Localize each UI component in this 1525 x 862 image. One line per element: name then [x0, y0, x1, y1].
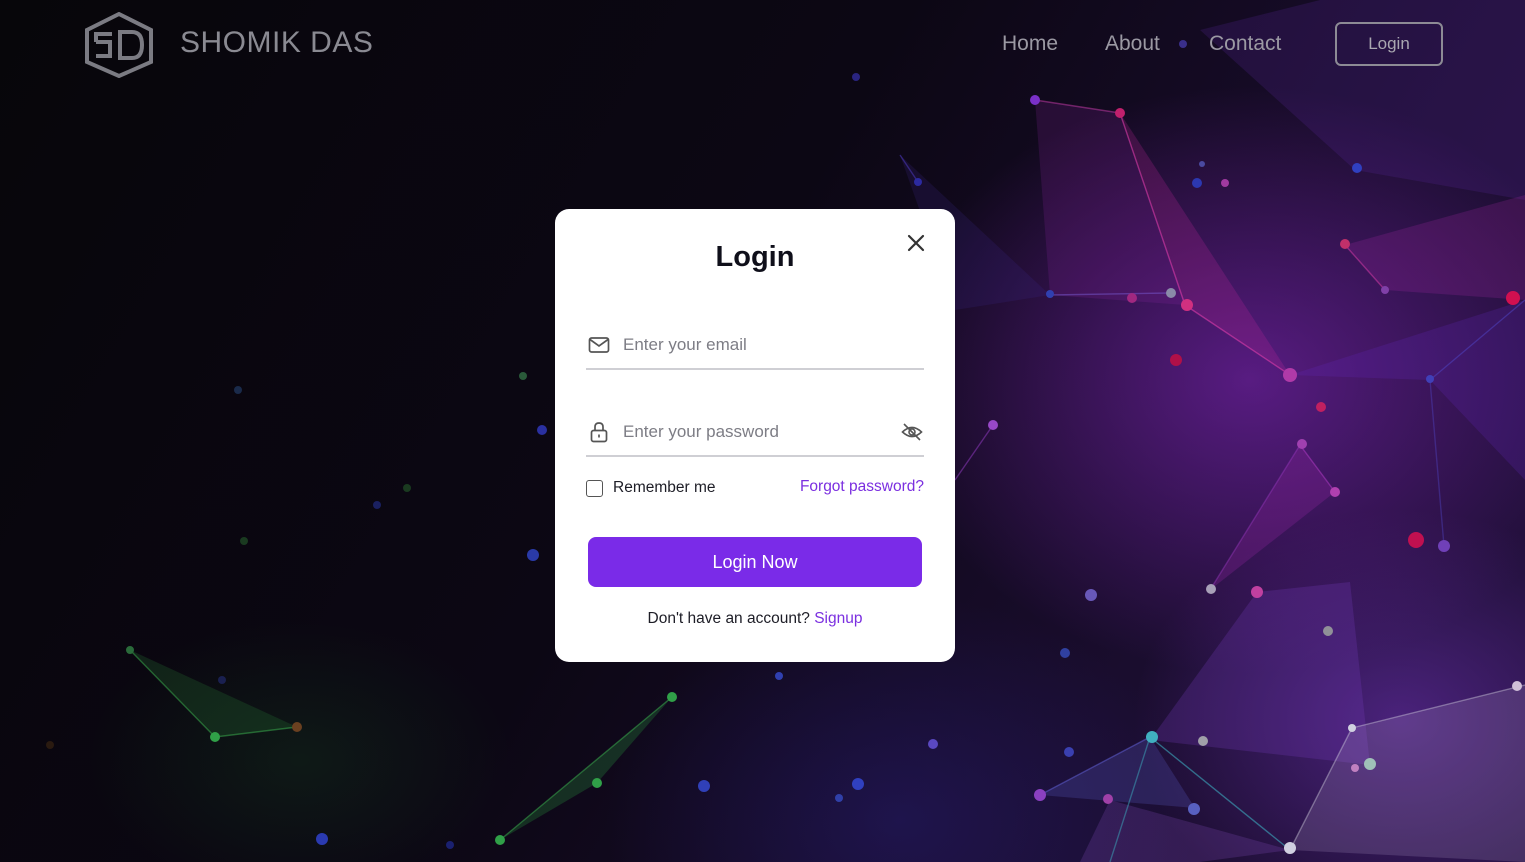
main-nav: Home About Contact — [0, 30, 1525, 60]
forgot-password-link[interactable]: Forgot password? — [800, 478, 924, 496]
signup-prompt-text: Don't have an account? — [647, 610, 810, 627]
login-modal: Login Enter your email Remember me Forgo… — [555, 209, 955, 662]
nav-home-link[interactable]: Home — [1002, 32, 1058, 56]
nav-about-link[interactable]: About — [1105, 32, 1160, 56]
nav-contact-link[interactable]: Contact — [1209, 32, 1281, 56]
email-field — [586, 320, 924, 370]
email-input[interactable] — [623, 330, 893, 360]
remember-label: Remember me — [613, 479, 716, 496]
remember-me[interactable]: Remember me — [586, 477, 716, 499]
login-now-button[interactable]: Login Now — [588, 537, 922, 587]
nav-decorative-dot — [1179, 40, 1187, 48]
mail-icon — [587, 333, 611, 357]
eye-off-icon[interactable] — [900, 420, 924, 444]
signup-link[interactable]: Signup — [814, 610, 862, 627]
site-header: SHOMIK DAS Home About Contact Login — [0, 0, 1525, 88]
close-icon[interactable] — [904, 231, 928, 255]
password-input[interactable] — [623, 417, 893, 447]
remember-checkbox[interactable] — [586, 479, 603, 497]
header-login-button[interactable]: Login — [1335, 22, 1443, 66]
signup-prompt: Don't have an account? Signup — [555, 610, 955, 628]
modal-title: Login — [715, 241, 795, 273]
lock-icon — [587, 420, 611, 444]
password-field — [586, 407, 924, 457]
